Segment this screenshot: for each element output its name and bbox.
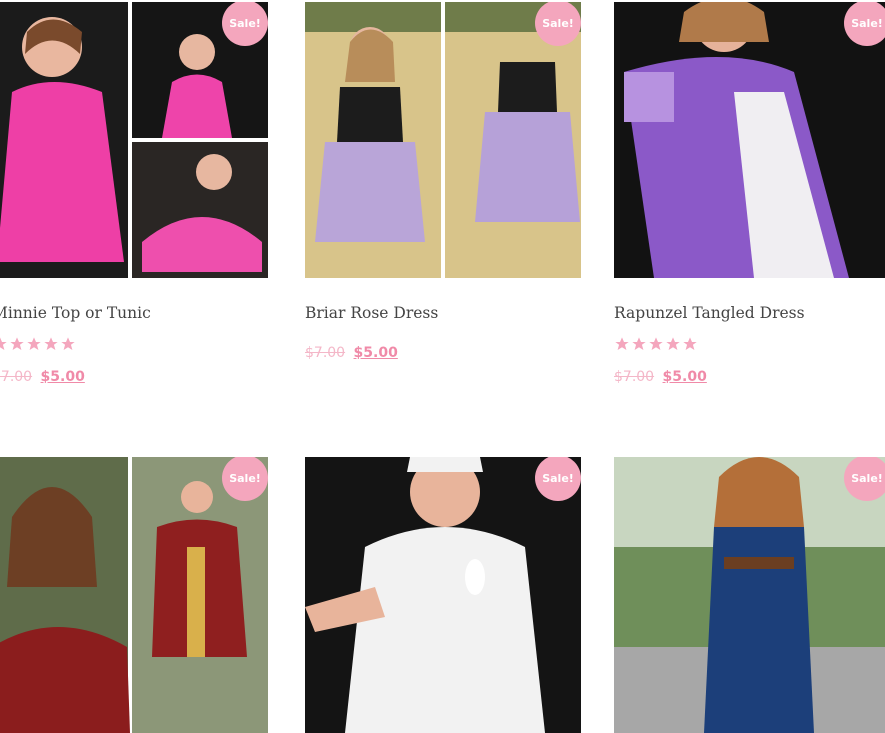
star-icon xyxy=(632,337,646,350)
sale-price: $5.00 xyxy=(662,369,707,385)
price: $7.00 $5.00 xyxy=(0,369,85,385)
star-icon xyxy=(649,337,663,350)
star-icon xyxy=(27,337,41,350)
product-photo xyxy=(0,2,268,278)
original-price: $7.00 xyxy=(305,345,346,361)
product-image-5[interactable]: Sale! xyxy=(305,457,581,733)
product-image-briar-rose[interactable]: Sale! xyxy=(305,2,581,278)
price: $7.00 $5.00 xyxy=(305,345,398,361)
sale-price: $5.00 xyxy=(40,369,85,385)
star-icon xyxy=(615,337,629,350)
product-title[interactable]: Rapunzel Tangled Dress xyxy=(614,304,805,322)
price: $7.00 $5.00 xyxy=(614,369,707,385)
sale-price: $5.00 xyxy=(353,345,398,361)
product-image-minnie[interactable]: Sale! xyxy=(0,2,268,278)
star-icon xyxy=(10,337,24,350)
product-photo xyxy=(614,2,885,278)
rating-stars xyxy=(614,336,698,352)
product-title[interactable]: Briar Rose Dress xyxy=(305,304,438,322)
product-image-4[interactable]: Sale! xyxy=(0,457,268,733)
product-image-6[interactable]: Sale! xyxy=(614,457,885,733)
star-icon xyxy=(61,337,75,350)
product-image-rapunzel[interactable]: Sale! xyxy=(614,2,885,278)
original-price: $7.00 xyxy=(0,369,33,385)
star-icon xyxy=(683,337,697,350)
star-icon xyxy=(0,337,7,350)
sale-badge: Sale! xyxy=(844,2,885,46)
product-photo xyxy=(305,2,581,278)
sale-badge: Sale! xyxy=(535,2,581,46)
sale-badge: Sale! xyxy=(222,2,268,46)
product-title[interactable]: Minnie Top or Tunic xyxy=(0,304,151,322)
rating-stars xyxy=(0,336,76,352)
product-photo xyxy=(305,457,581,733)
product-photo xyxy=(614,457,885,733)
star-icon xyxy=(666,337,680,350)
product-photo xyxy=(0,457,268,733)
sale-badge: Sale! xyxy=(222,457,268,501)
sale-badge: Sale! xyxy=(844,457,885,501)
star-icon xyxy=(44,337,58,350)
sale-badge: Sale! xyxy=(535,457,581,501)
original-price: $7.00 xyxy=(614,369,655,385)
